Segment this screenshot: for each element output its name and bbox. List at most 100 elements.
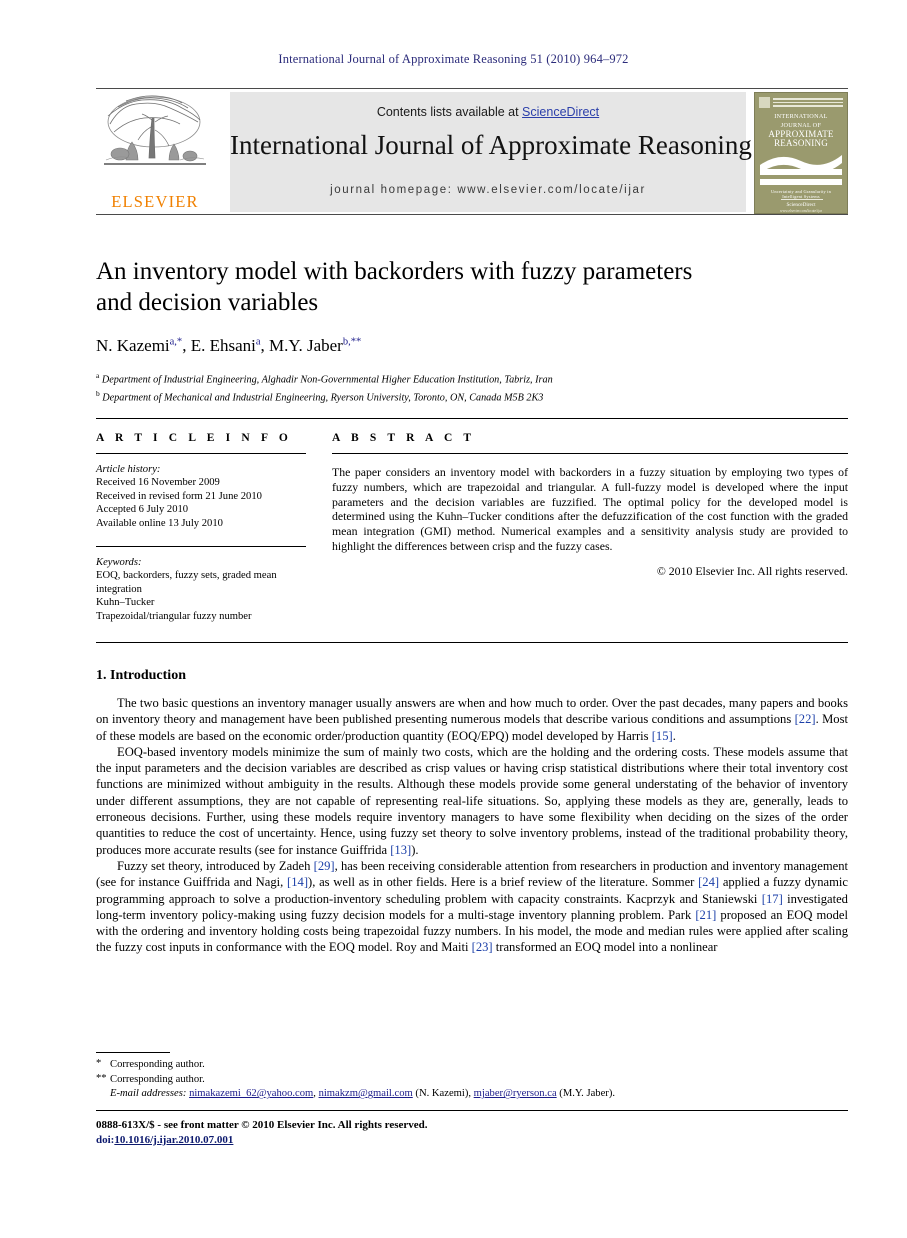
- contents-available-text: Contents lists available at: [376, 105, 523, 119]
- cover-band-2: [760, 179, 842, 185]
- article-history-item: Available online 13 July 2010: [96, 517, 223, 529]
- running-head: International Journal of Approximate Rea…: [278, 52, 629, 66]
- citation-reference[interactable]: [23]: [472, 940, 493, 954]
- imprint-block: 0888-613X/$ - see front matter © 2010 El…: [96, 1118, 848, 1148]
- article-history-item: Received in revised form 21 June 2010: [96, 490, 262, 502]
- email-link[interactable]: nimakzm@gmail.com: [319, 1088, 413, 1099]
- contents-available-line: Contents lists available at ScienceDirec…: [230, 105, 746, 119]
- article-history-item: Accepted 6 July 2010: [96, 504, 189, 516]
- affiliation-item: b Department of Mechanical and Industria…: [96, 387, 848, 405]
- journal-title: International Journal of Approximate Rea…: [230, 130, 752, 160]
- body-text-run: .: [672, 728, 676, 743]
- citation-reference[interactable]: [24]: [698, 875, 719, 889]
- body-text-run: ).: [411, 842, 419, 857]
- body-top-rule: [96, 642, 848, 643]
- doi-prefix: doi:: [96, 1134, 115, 1146]
- email-separator: (N. Kazemi),: [412, 1088, 474, 1100]
- body-text-run: transformed an EOQ model into a nonlinea…: [492, 940, 718, 955]
- title-block: An inventory model with backorders with …: [96, 256, 848, 406]
- citation-reference[interactable]: [22]: [795, 712, 816, 726]
- footnote-mark: **: [96, 1072, 107, 1084]
- author-name[interactable]: N. Kazemi: [96, 336, 170, 355]
- paper-page: International Journal of Approximate Rea…: [0, 0, 907, 1238]
- citation-reference[interactable]: [29]: [314, 859, 335, 873]
- footnote-corresponding-1: * Corresponding author.: [96, 1058, 848, 1073]
- sciencedirect-link[interactable]: ScienceDirect: [522, 105, 599, 119]
- keyword-line: integration: [96, 583, 142, 595]
- abstract-copyright: © 2010 Elsevier Inc. All rights reserved…: [656, 563, 848, 578]
- masthead-bottom-rule: [96, 214, 848, 215]
- author-affil-mark: a,*: [169, 336, 183, 348]
- body-text-run: Fuzzy set theory, introduced by Zadeh: [117, 858, 314, 873]
- author-list: N. Kazemia,*, E. Ehsania, M.Y. Jaberb,**: [96, 336, 362, 355]
- journal-homepage[interactable]: journal homepage: www.elsevier.com/locat…: [230, 184, 746, 196]
- paper-title: An inventory model with backorders with …: [96, 256, 848, 318]
- body-paragraph: EOQ-based inventory models minimize the …: [96, 744, 848, 858]
- abstract-heading: A B S T R A C T: [332, 432, 476, 444]
- body-text-run: The two basic questions an inventory man…: [96, 696, 848, 727]
- elsevier-logo: ELSEVIER: [96, 92, 214, 214]
- abstract-rule: [332, 453, 848, 454]
- affiliation-list: a Department of Industrial Engineering, …: [96, 369, 848, 406]
- citation-reference[interactable]: [17]: [762, 892, 783, 906]
- keywords-rule: [96, 546, 306, 548]
- cover-topbar-lines: [773, 98, 843, 107]
- article-info-heading: A R T I C L E I N F O: [96, 432, 292, 444]
- abstract-text: The paper considers an inventory model w…: [332, 465, 848, 553]
- keyword-line: EOQ, backorders, fuzzy sets, graded mean: [96, 570, 277, 582]
- article-history-item: Received 16 November 2009: [96, 477, 220, 489]
- citation-reference[interactable]: [21]: [695, 908, 716, 922]
- issn-line: 0888-613X/$ - see front matter © 2010 El…: [96, 1119, 428, 1131]
- author-name[interactable]: E. Ehsani: [191, 336, 256, 355]
- cover-band-1: [760, 169, 842, 175]
- author-name[interactable]: M.Y. Jaber: [269, 336, 343, 355]
- journal-masthead: ELSEVIER Contents lists available at Sci…: [96, 88, 848, 215]
- article-history-label: Article history:: [96, 464, 161, 475]
- author-affil-mark: a: [255, 336, 261, 348]
- footnotes: * Corresponding author. ** Corresponding…: [96, 1058, 848, 1102]
- body-text-run: ), as well as in other fields. Here is a…: [308, 875, 699, 890]
- doi-link[interactable]: 10.1016/j.ijar.2010.07.001: [114, 1134, 233, 1146]
- affiliation-text: Department of Industrial Engineering, Al…: [101, 374, 553, 386]
- cover-foot-rule: [781, 199, 823, 200]
- keywords-group: Keywords: EOQ, backorders, fuzzy sets, g…: [96, 556, 306, 623]
- citation-reference[interactable]: [15]: [652, 729, 673, 743]
- email-link[interactable]: nimakazemi_62@yahoo.com: [189, 1088, 313, 1099]
- footnote-corresponding-2: ** Corresponding author.: [96, 1073, 848, 1088]
- doi-line: doi:10.1016/j.ijar.2010.07.001: [96, 1133, 848, 1148]
- affiliation-text: Department of Mechanical and Industrial …: [102, 392, 544, 404]
- cover-topbar: [759, 96, 843, 109]
- author-affil-mark: b,**: [342, 336, 362, 348]
- citation-reference[interactable]: [14]: [287, 875, 308, 889]
- affiliation-item: a Department of Industrial Engineering, …: [96, 369, 848, 387]
- paper-title-line-1: An inventory model with backorders with …: [96, 258, 693, 285]
- section-heading-introduction: 1. Introduction: [96, 668, 186, 683]
- cover-elsevier-mark-icon: [759, 97, 770, 108]
- email-link[interactable]: mjaber@ryerson.ca: [474, 1088, 557, 1099]
- imprint-rule: [96, 1110, 848, 1111]
- email-separator: (M.Y. Jaber).: [556, 1088, 616, 1100]
- email-addresses-label: E-mail addresses:: [110, 1088, 187, 1100]
- cover-title: INTERNATIONAL JOURNAL OF APPROXIMATE REA…: [761, 113, 841, 147]
- elsevier-tree-icon: [104, 95, 206, 165]
- info-top-rule: [96, 418, 848, 419]
- cover-imprint: ScienceDirect: [786, 202, 816, 208]
- body-paragraph: The two basic questions an inventory man…: [96, 695, 848, 744]
- cover-subtitle: Uncertainty and Granularity in Intellige…: [770, 189, 831, 199]
- footnote-text: Corresponding author.: [110, 1059, 205, 1070]
- citation-reference[interactable]: [13]: [390, 843, 411, 857]
- article-info-rule: [96, 453, 306, 454]
- keyword-line: Trapezoidal/triangular fuzzy number: [96, 610, 252, 622]
- keywords-label: Keywords:: [96, 557, 142, 569]
- footnote-emails: E-mail addresses: nimakazemi_62@yahoo.co…: [96, 1087, 848, 1102]
- body-paragraph: Fuzzy set theory, introduced by Zadeh [2…: [96, 858, 848, 956]
- cover-title-top: INTERNATIONAL JOURNAL OF: [774, 113, 828, 129]
- footnote-rule: [96, 1052, 170, 1053]
- article-info-column: A R T I C L E I N F O Article history: R…: [96, 432, 306, 623]
- journal-banner: Contents lists available at ScienceDirec…: [230, 92, 752, 212]
- body-text-run: EOQ-based inventory models minimize the …: [96, 744, 848, 857]
- affiliation-mark: b: [96, 389, 100, 399]
- affiliation-mark: a: [96, 371, 100, 380]
- masthead-top-rule: [96, 88, 848, 89]
- abstract-column: A B S T R A C T The paper considers an i…: [332, 432, 848, 579]
